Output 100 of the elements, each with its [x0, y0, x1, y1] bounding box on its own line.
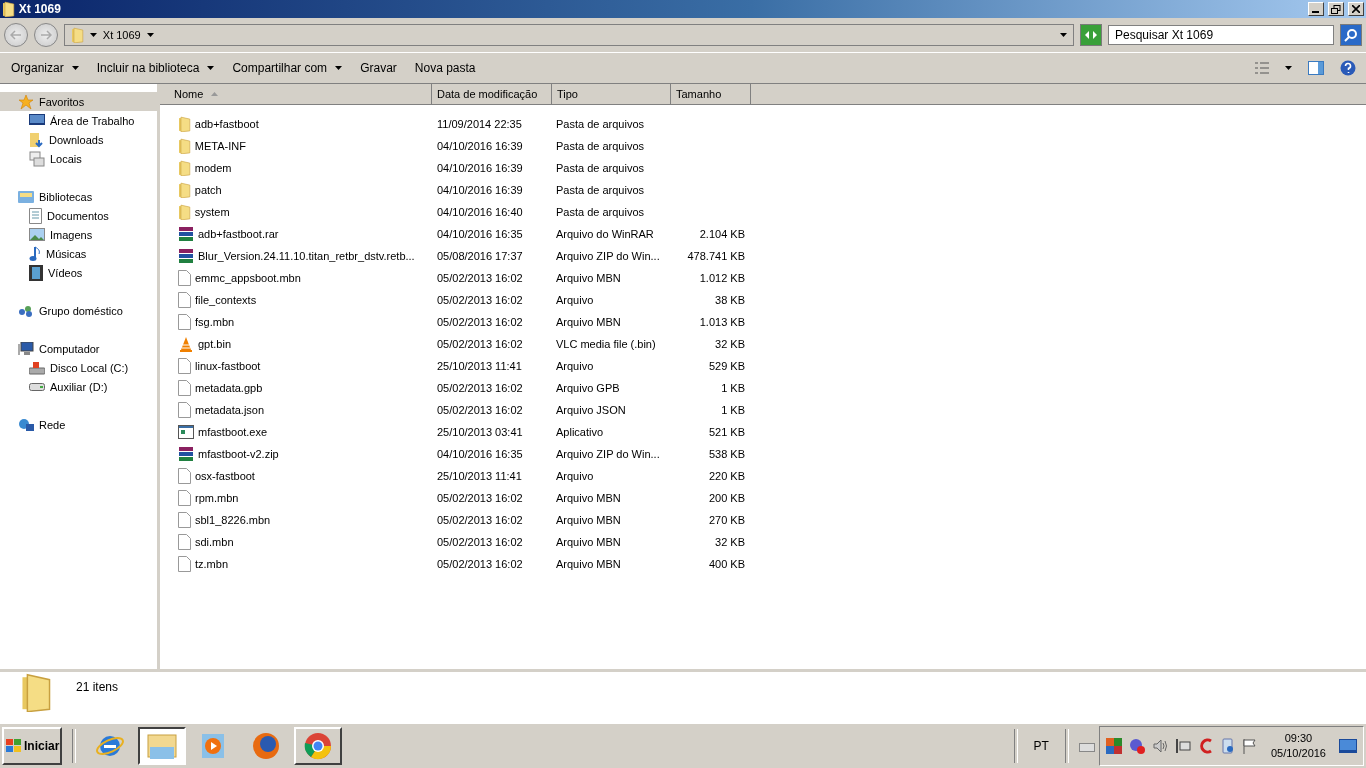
size-cell-text: 529 KB [707, 360, 745, 372]
show-desktop-icon[interactable] [1339, 739, 1357, 753]
type-cell-text: Aplicativo [555, 426, 605, 438]
speaker-icon[interactable] [1151, 738, 1168, 754]
toolbar-button[interactable]: Organizar [4, 58, 86, 78]
file-name[interactable]: system [194, 206, 230, 218]
file-name[interactable]: tz.mbn [195, 558, 228, 570]
file-name[interactable]: metadata.gpb [195, 382, 263, 394]
file-name[interactable]: linux-fastboot [195, 360, 261, 372]
file-name[interactable]: sbl1_8226.mbn [195, 514, 271, 526]
clock[interactable]: 09:30 05/10/2016 [1264, 731, 1332, 761]
search-button[interactable] [1340, 24, 1362, 46]
pane-icon [1308, 61, 1324, 75]
close-button[interactable] [1348, 2, 1364, 16]
sidebar-item[interactable]: Imagens [0, 225, 157, 244]
file-name[interactable]: metadata.json [195, 404, 265, 416]
sidebar-item[interactable]: Downloads [0, 130, 157, 149]
error-badge-icon[interactable] [1128, 738, 1145, 754]
file-name[interactable]: patch [194, 184, 222, 196]
recent-places-icon [29, 150, 45, 167]
file-icon [178, 292, 191, 308]
caret-icon [335, 66, 343, 70]
file-name[interactable]: emmc_appsboot.mbn [195, 272, 301, 284]
size-cell-text: 1 KB [720, 404, 745, 416]
network-icon[interactable] [1174, 738, 1191, 754]
start-button[interactable]: Iniciar [2, 727, 62, 765]
sidebar-item[interactable]: Favoritos [0, 92, 157, 111]
file-icon [178, 490, 191, 506]
sidebar-item[interactable]: Músicas [0, 244, 157, 263]
date-cell-text: 04/10/2016 16:39 [436, 184, 524, 196]
back-button[interactable] [4, 23, 28, 47]
star-icon [18, 93, 34, 110]
colored-squares-icon[interactable] [1105, 738, 1122, 754]
file-name[interactable]: META-INF [194, 140, 246, 152]
item-count: 21 itens [76, 680, 119, 694]
breadcrumb[interactable]: Xt 1069 [102, 29, 141, 41]
taskbar-app-button[interactable] [138, 727, 186, 765]
type-cell-text: Arquivo [555, 360, 595, 372]
minimize-button[interactable] [1308, 2, 1324, 16]
file-name[interactable]: adb+fastboot.rar [198, 228, 279, 240]
column-header[interactable]: Tamanho [671, 84, 751, 104]
browser-circle-icon [303, 731, 333, 761]
file-name[interactable]: mfastboot.exe [198, 426, 268, 438]
file-name[interactable]: Blur_Version.24.11.10.titan_retbr_dstv.retb... [198, 250, 415, 262]
file-icon [178, 270, 191, 286]
sidebar-item[interactable]: Vídeos [0, 263, 157, 282]
column-header[interactable]: Tipo [552, 84, 671, 104]
date-cell-text: 05/02/2013 16:02 [436, 492, 524, 504]
file-icon [178, 468, 191, 484]
forward-button[interactable] [34, 23, 58, 47]
file-name[interactable]: modem [194, 162, 232, 174]
keyboard-icon[interactable] [1078, 740, 1095, 752]
restore-button[interactable] [1328, 2, 1344, 16]
desktop-icon [29, 114, 45, 127]
file-icon [178, 380, 191, 396]
size-cell-text: 1 KB [720, 382, 745, 394]
document-icon [29, 207, 42, 224]
size-cell-text: 38 KB [714, 294, 745, 306]
flag-icon[interactable] [1241, 738, 1258, 754]
caret-icon [146, 33, 154, 37]
search-field[interactable]: Pesquisar Xt 1069 [1108, 25, 1334, 45]
folder-icon [178, 182, 191, 198]
file-name[interactable]: sdi.mbn [195, 536, 234, 548]
toolbar-button[interactable]: Compartilhar com [225, 58, 350, 78]
date-cell-text: 05/02/2013 16:02 [436, 382, 524, 394]
file-name[interactable]: mfastboot-v2.zip [198, 448, 279, 460]
sidebar-item[interactable]: Locais [0, 149, 157, 168]
file-name[interactable]: rpm.mbn [195, 492, 239, 504]
column-header[interactable]: Nome [160, 84, 432, 104]
folder-icon [2, 1, 15, 17]
sidebar-item[interactable]: Auxiliar (D:) [0, 377, 157, 396]
type-cell-text: Arquivo MBN [555, 558, 622, 570]
sidebar-item[interactable]: Disco Local (C:) [0, 358, 157, 377]
toolbar-button[interactable]: Gravar [353, 58, 404, 78]
device-icon[interactable] [1220, 738, 1235, 754]
toolbar-button[interactable]: Incluir na biblioteca [89, 58, 222, 78]
file-name[interactable]: fsg.mbn [195, 316, 235, 328]
toolbar-button[interactable]: Nova pasta [407, 58, 483, 78]
date-cell-text: 25/10/2013 11:41 [436, 470, 523, 482]
refresh-button[interactable] [1080, 24, 1102, 46]
sidebar-item[interactable]: Grupo doméstico [0, 301, 157, 320]
sidebar-item[interactable]: Bibliotecas [0, 187, 157, 206]
close-icon [1352, 5, 1360, 13]
file-name[interactable]: gpt.bin [198, 338, 232, 350]
date-cell-text: 05/02/2013 16:02 [436, 558, 524, 570]
sidebar-item[interactable]: Rede [0, 415, 157, 434]
caret-icon [207, 66, 215, 70]
type-cell-text: Arquivo JSON [555, 404, 627, 416]
column-header[interactable]: Data de modificação [432, 84, 552, 104]
file-name[interactable]: file_contexts [195, 294, 257, 306]
file-name[interactable]: adb+fastboot [194, 118, 259, 130]
sidebar-item[interactable]: Computador [0, 339, 157, 358]
file-name[interactable]: osx-fastboot [195, 470, 255, 482]
language-indicator[interactable]: PT [1027, 739, 1055, 753]
sidebar-item[interactable]: Documentos [0, 206, 157, 225]
size-cell-text: 538 KB [707, 448, 745, 460]
date-cell-text: 04/10/2016 16:39 [436, 140, 524, 152]
address-field[interactable]: Xt 1069 [64, 24, 1074, 46]
sidebar-item[interactable]: Área de Trabalho [0, 111, 157, 130]
size-cell-text: 220 KB [707, 470, 745, 482]
